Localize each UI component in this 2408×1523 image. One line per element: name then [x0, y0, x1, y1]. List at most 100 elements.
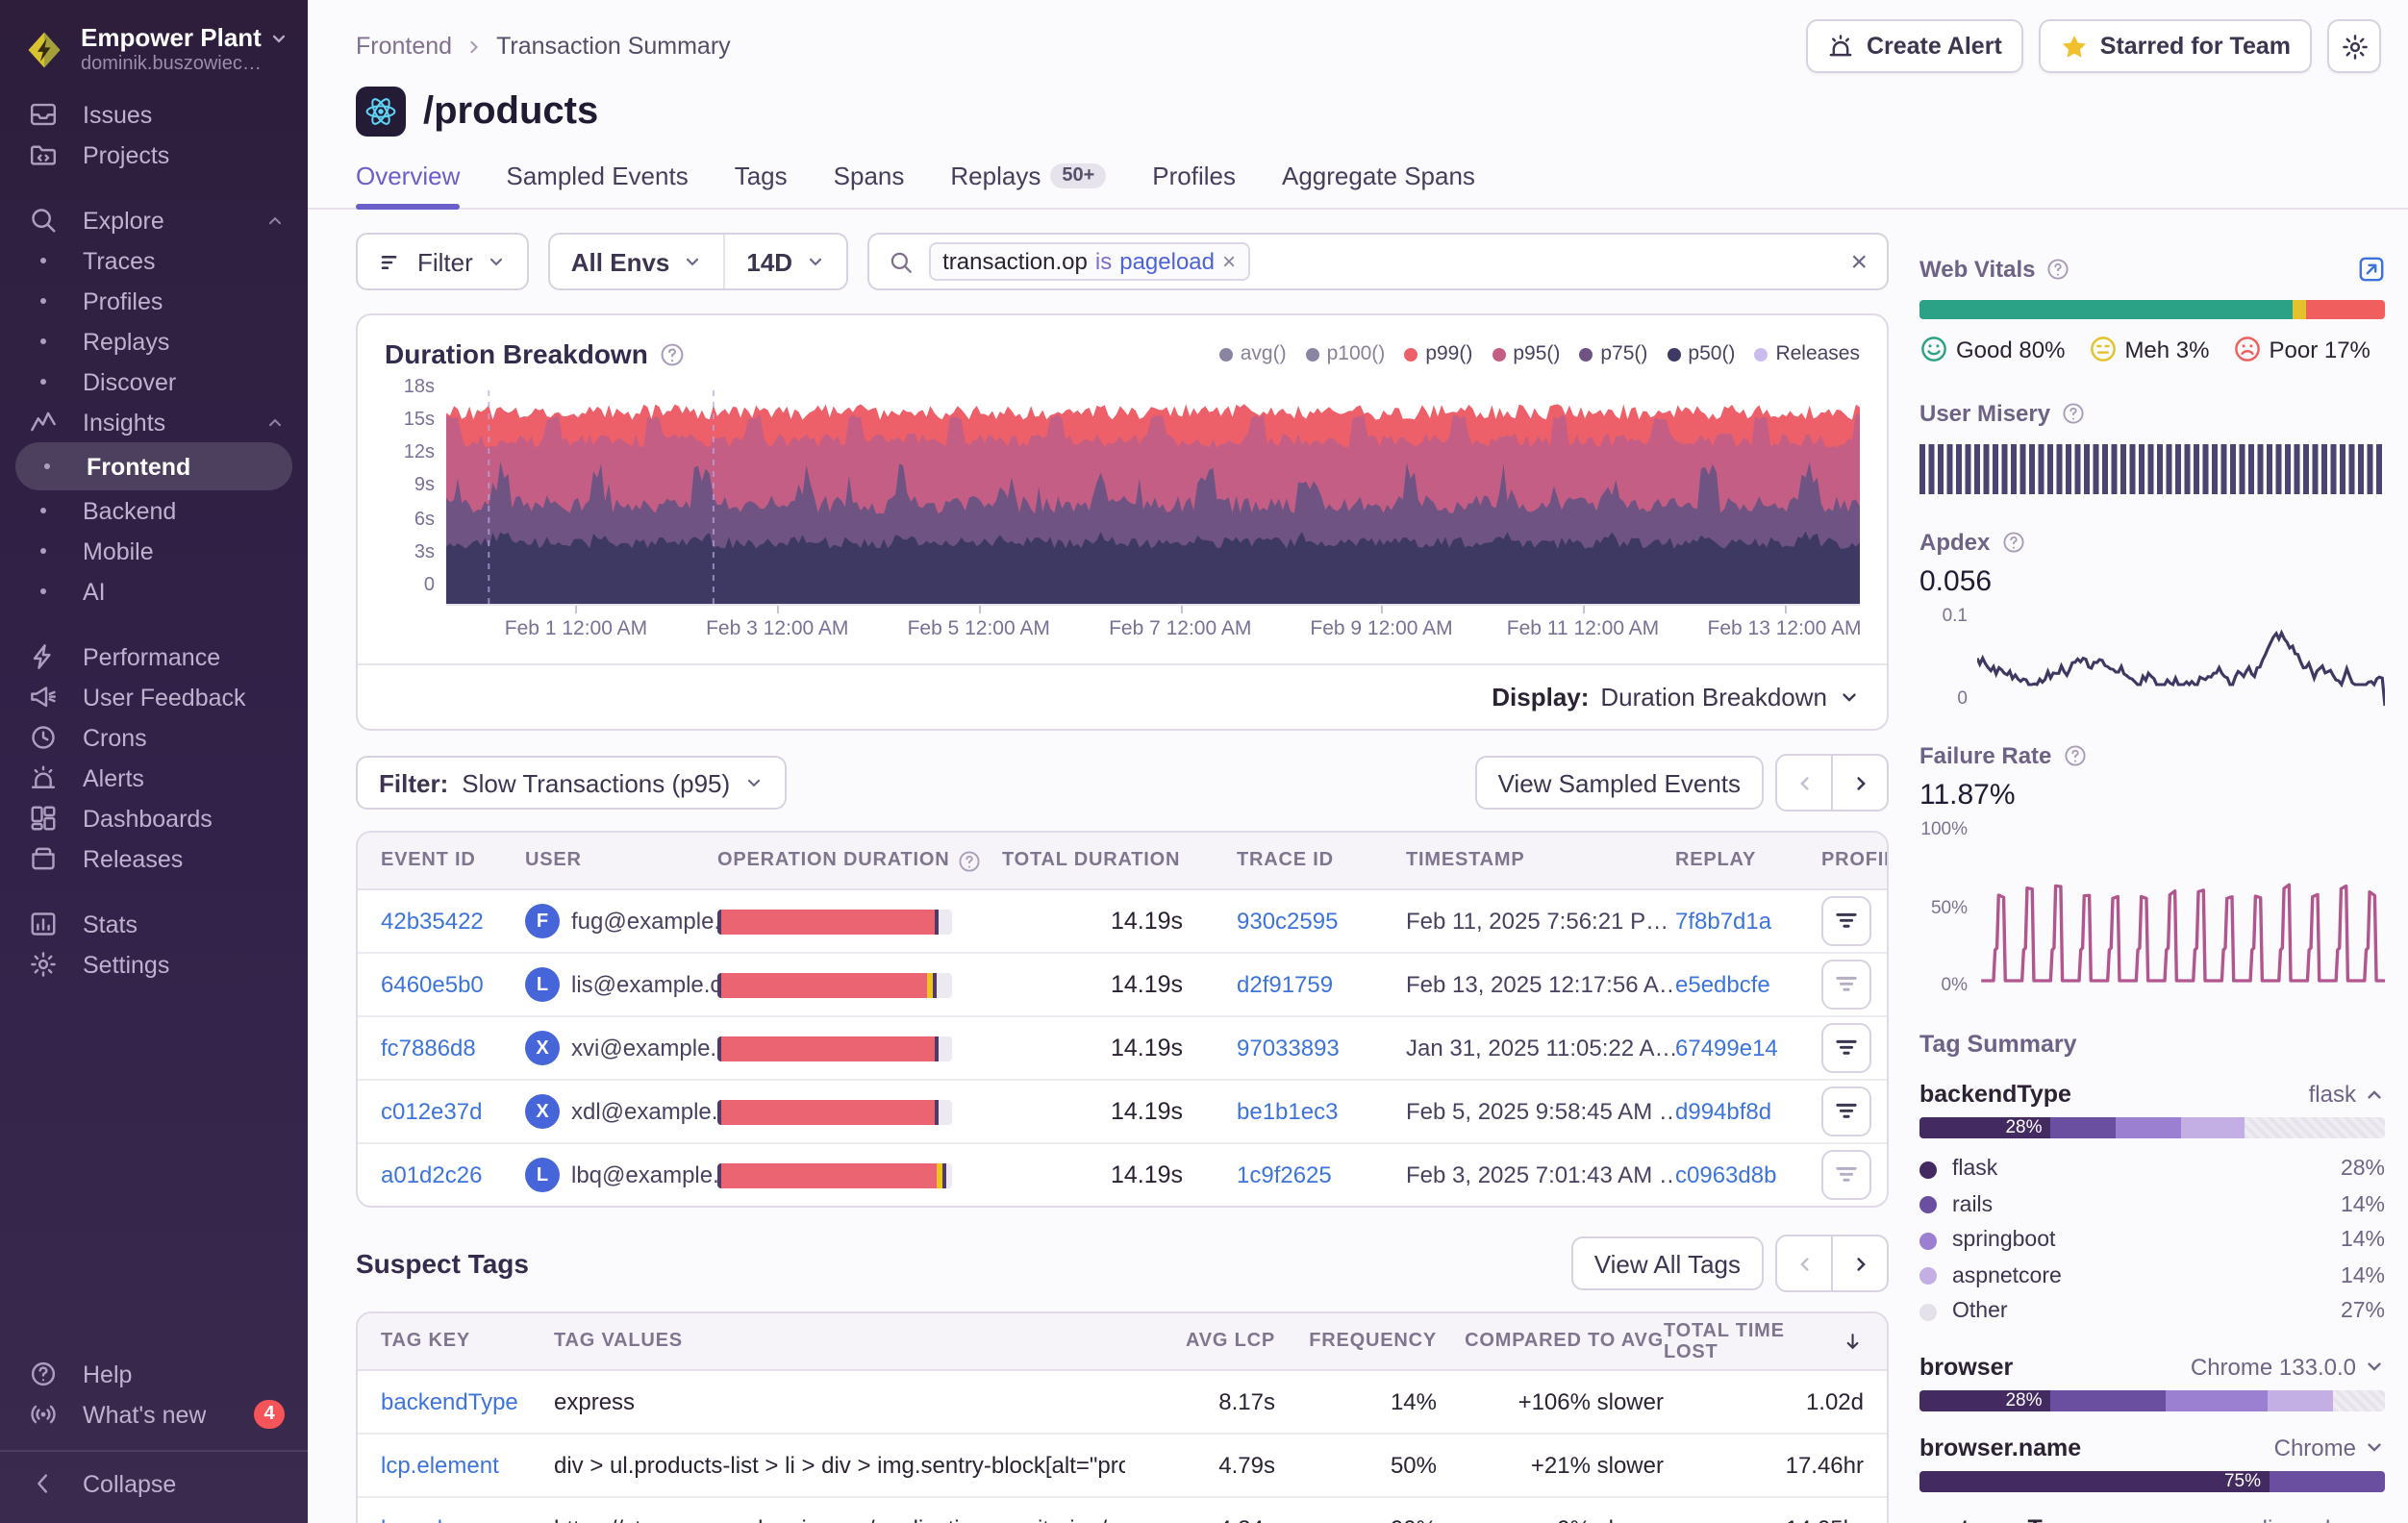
tag-legend-row[interactable]: flask28%: [1919, 1152, 2385, 1187]
operation-duration-bar[interactable]: [717, 1036, 952, 1061]
transactions-filter-button[interactable]: Filter: Slow Transactions (p95): [356, 756, 786, 810]
operation-duration-bar[interactable]: [717, 1099, 952, 1124]
sidebar-item-discover[interactable]: Discover: [0, 362, 308, 402]
legend-item[interactable]: p50(): [1667, 342, 1735, 365]
sidebar-item-crons[interactable]: Crons: [0, 717, 308, 758]
column-header[interactable]: TOTAL DURATION: [1002, 850, 1237, 871]
trace-id-link[interactable]: 97033893: [1237, 1035, 1340, 1061]
column-header[interactable]: FREQUENCY: [1275, 1331, 1437, 1352]
legend-item[interactable]: p75(): [1579, 342, 1647, 365]
column-header[interactable]: TRACE ID: [1237, 850, 1406, 871]
trace-id-link[interactable]: d2f91759: [1237, 971, 1333, 998]
sidebar-item-insights[interactable]: Insights: [0, 402, 308, 442]
sidebar-item-performance[interactable]: Performance: [0, 637, 308, 677]
sidebar-item-help[interactable]: Help: [0, 1354, 308, 1394]
replay-link[interactable]: e5edbcfe: [1675, 971, 1770, 998]
environment-selector[interactable]: All Envs: [550, 235, 724, 288]
tab-profiles[interactable]: Profiles: [1152, 162, 1236, 208]
tag-selected-value[interactable]: flask: [2309, 1081, 2385, 1108]
sidebar-item-ai[interactable]: AI: [0, 571, 308, 612]
legend-item[interactable]: p100(): [1306, 342, 1386, 365]
trace-id-link[interactable]: 1c9f2625: [1237, 1161, 1332, 1188]
sidebar-item-projects[interactable]: Projects: [0, 135, 308, 175]
replay-link[interactable]: c0963d8b: [1675, 1161, 1776, 1188]
operation-duration-bar[interactable]: [717, 909, 952, 934]
event-id-link[interactable]: fc7886d8: [381, 1035, 476, 1061]
profile-button[interactable]: [1821, 1023, 1871, 1073]
tag-distribution-bar[interactable]: 75%: [1919, 1470, 2385, 1491]
starred-for-team-button[interactable]: Starred for Team: [2039, 19, 2312, 73]
replay-link[interactable]: 7f8b7d1a: [1675, 908, 1771, 935]
column-header[interactable]: REPLAY: [1675, 850, 1821, 871]
help-icon[interactable]: [660, 341, 685, 366]
tab-spans[interactable]: Spans: [834, 162, 905, 208]
suspect-next-button[interactable]: [1831, 1235, 1889, 1292]
sidebar-item-profiles[interactable]: Profiles: [0, 281, 308, 321]
suspect-prev-button[interactable]: [1775, 1235, 1833, 1292]
org-switcher[interactable]: Empower Plant dominik.buszowiec…: [0, 19, 308, 94]
token-remove-icon[interactable]: ×: [1222, 248, 1236, 275]
event-id-link[interactable]: 42b35422: [381, 908, 484, 935]
tag-legend-row[interactable]: rails14%: [1919, 1187, 2385, 1223]
trace-id-link[interactable]: 930c2595: [1237, 908, 1338, 935]
operation-duration-bar[interactable]: [717, 972, 952, 997]
event-id-link[interactable]: a01d2c26: [381, 1161, 482, 1188]
tag-key-link[interactable]: lcp.url: [381, 1515, 442, 1523]
tab-sampled-events[interactable]: Sampled Events: [506, 162, 688, 208]
replay-link[interactable]: d994bf8d: [1675, 1098, 1771, 1125]
operation-duration-bar[interactable]: [717, 1162, 952, 1187]
search-bar[interactable]: transaction.op is pageload × ×: [867, 233, 1889, 290]
column-header[interactable]: USER: [525, 850, 717, 871]
tag-selected-value[interactable]: Chrome 133.0.0: [2191, 1353, 2385, 1380]
breadcrumb-project[interactable]: Frontend: [356, 33, 452, 60]
display-value[interactable]: Duration Breakdown: [1600, 683, 1827, 712]
column-header[interactable]: TIMESTAMP: [1406, 850, 1675, 871]
legend-item[interactable]: p95(): [1492, 342, 1560, 365]
sidebar-item-releases[interactable]: Releases: [0, 838, 308, 879]
column-header[interactable]: TAG KEY: [381, 1331, 554, 1352]
tag-selected-value[interactable]: Chrome: [2274, 1434, 2385, 1461]
search-clear-icon[interactable]: ×: [1850, 245, 1868, 278]
date-range-selector[interactable]: 14D: [723, 235, 846, 288]
tab-replays[interactable]: Replays50+: [950, 162, 1106, 208]
tag-legend-row[interactable]: aspnetcore14%: [1919, 1259, 2385, 1294]
sidebar-item-frontend[interactable]: Frontend: [15, 442, 292, 490]
help-icon[interactable]: [2047, 258, 2070, 281]
duration-breakdown-chart[interactable]: [446, 385, 1860, 606]
sidebar-item-settings[interactable]: Settings: [0, 944, 308, 985]
column-header[interactable]: OPERATION DURATION: [717, 849, 1002, 872]
sidebar-item-backend[interactable]: Backend: [0, 490, 308, 531]
tag-key-link[interactable]: backendType: [381, 1388, 518, 1415]
sidebar-item-traces[interactable]: Traces: [0, 240, 308, 281]
filter-button[interactable]: Filter: [356, 233, 529, 290]
tag-key-link[interactable]: lcp.element: [381, 1452, 499, 1479]
sidebar-item-dashboards[interactable]: Dashboards: [0, 798, 308, 838]
column-header[interactable]: PROFILE: [1821, 850, 1868, 871]
create-alert-button[interactable]: Create Alert: [1807, 19, 2023, 73]
column-header[interactable]: EVENT ID: [381, 850, 525, 871]
sidebar-item-mobile[interactable]: Mobile: [0, 531, 308, 571]
legend-item[interactable]: avg(): [1219, 342, 1287, 365]
sidebar-item-alerts[interactable]: Alerts: [0, 758, 308, 798]
view-sampled-events-button[interactable]: View Sampled Events: [1475, 756, 1764, 810]
open-web-vitals-button[interactable]: [2358, 256, 2385, 283]
view-all-tags-button[interactable]: View All Tags: [1571, 1236, 1764, 1290]
column-header[interactable]: COMPARED TO AVG: [1437, 1331, 1664, 1352]
sidebar-item-replays[interactable]: Replays: [0, 321, 308, 362]
sidebar-item-what-s-new[interactable]: What's new4: [0, 1394, 308, 1435]
settings-button[interactable]: [2327, 19, 2381, 73]
profile-button[interactable]: [1821, 1086, 1871, 1136]
tab-overview[interactable]: Overview: [356, 162, 460, 208]
help-icon[interactable]: [2063, 744, 2086, 767]
profile-button[interactable]: [1821, 896, 1871, 946]
tag-distribution-bar[interactable]: 28%: [1919, 1389, 2385, 1411]
trace-id-link[interactable]: be1b1ec3: [1237, 1098, 1338, 1125]
sidebar-item-explore[interactable]: Explore: [0, 200, 308, 240]
help-icon[interactable]: [2062, 402, 2085, 425]
legend-item[interactable]: Releases: [1754, 342, 1860, 365]
sidebar-item-collapse[interactable]: Collapse: [0, 1463, 308, 1504]
sidebar-item-stats[interactable]: Stats: [0, 904, 308, 944]
sidebar-item-issues[interactable]: Issues: [0, 94, 308, 135]
legend-item[interactable]: p99(): [1404, 342, 1472, 365]
next-page-button[interactable]: [1831, 754, 1889, 811]
